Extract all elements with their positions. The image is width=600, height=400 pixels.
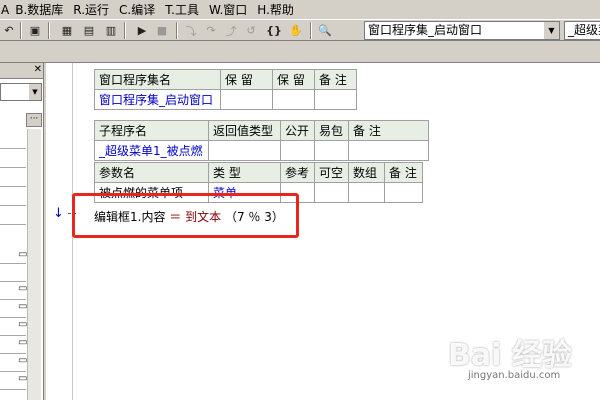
list-item[interactable] bbox=[0, 281, 26, 282]
list-item[interactable] bbox=[0, 353, 26, 354]
menu-tools[interactable]: T.工具 bbox=[165, 1, 199, 18]
undo-icon[interactable]: ↶ bbox=[0, 22, 18, 39]
table-header: 保 留 bbox=[272, 69, 315, 90]
list-item[interactable] bbox=[0, 389, 26, 390]
watermark-logo: Bai 经验 bbox=[448, 338, 572, 373]
subroutine-name-cell[interactable]: _超级菜单1_被点燃 bbox=[94, 140, 209, 161]
left-panel-dropdown[interactable]: ▼ bbox=[0, 83, 42, 101]
more-button[interactable]: ··· bbox=[26, 113, 42, 127]
list-item[interactable] bbox=[0, 299, 26, 300]
table-icon[interactable]: ▥ bbox=[102, 22, 120, 39]
preview-icon[interactable]: ▣ bbox=[26, 22, 44, 39]
list-item-marker: ▭ bbox=[18, 373, 28, 384]
menu-window[interactable]: W.窗口 bbox=[209, 1, 247, 18]
list-item[interactable] bbox=[0, 263, 26, 264]
table-header: 参考 bbox=[280, 162, 315, 183]
toolbar-separator bbox=[176, 22, 178, 39]
menu-bar: A B.数据库 R.运行 C.编译 T.工具 W.窗口 H.帮助 bbox=[0, 0, 600, 19]
list-item-marker: ▭ bbox=[18, 355, 28, 366]
table-header: 可空 bbox=[314, 162, 349, 183]
list-item-marker: ▭ bbox=[18, 283, 28, 294]
list-item[interactable] bbox=[0, 317, 26, 318]
hand-icon[interactable]: ✋ bbox=[287, 22, 305, 39]
table-header: 类 型 bbox=[208, 162, 281, 183]
list-item[interactable] bbox=[0, 335, 26, 336]
window-assembly-table: 窗口程序集名 保 留 保 留 备 注 窗口程序集_启动窗口 bbox=[94, 69, 357, 110]
table-cell[interactable] bbox=[348, 140, 429, 161]
list-item[interactable] bbox=[0, 186, 26, 187]
menu-edit-fragment[interactable]: A bbox=[1, 3, 9, 17]
run-icon[interactable]: ▶ bbox=[133, 22, 151, 39]
list-item-marker: ▭ bbox=[18, 337, 28, 348]
table-header: 备 注 bbox=[384, 162, 423, 183]
table-header: 窗口程序集名 bbox=[94, 69, 221, 90]
layout-icon[interactable]: ▦ bbox=[58, 22, 76, 39]
table-cell[interactable] bbox=[220, 89, 273, 110]
table-cell[interactable] bbox=[314, 89, 357, 110]
table-header: 返回值类型 bbox=[208, 120, 281, 141]
table-cell[interactable] bbox=[314, 182, 349, 203]
find-icon[interactable]: 🔍 bbox=[316, 22, 334, 39]
table-header: 备 注 bbox=[348, 120, 429, 141]
close-icon[interactable]: ✕ bbox=[34, 64, 42, 75]
toolbar-separator bbox=[310, 22, 312, 39]
current-line-arrow-icon: ↓ bbox=[53, 206, 64, 221]
step-back-icon[interactable]: ↺ bbox=[242, 22, 260, 39]
stop-icon[interactable]: ■ bbox=[153, 22, 171, 39]
table-header: 易包 bbox=[314, 120, 349, 141]
list-item-marker: ▭ bbox=[18, 319, 28, 330]
list-item[interactable] bbox=[0, 148, 26, 149]
menu-compile[interactable]: C.编译 bbox=[119, 1, 155, 18]
table-header: 数组 bbox=[348, 162, 385, 183]
watermark-url: jingyan.baidu.com bbox=[468, 370, 561, 381]
table-header: 子程序名 bbox=[94, 120, 209, 141]
left-panel-scrollbar[interactable] bbox=[27, 129, 41, 400]
step-out-icon[interactable]: ⤴ bbox=[222, 22, 240, 39]
list-item[interactable] bbox=[0, 371, 26, 372]
list-item-marker: ▭ bbox=[18, 249, 28, 260]
step-over-icon[interactable]: ↷ bbox=[202, 22, 220, 39]
list-item[interactable] bbox=[0, 224, 26, 225]
window-combo-value: 窗口程序集_启动窗口 bbox=[368, 23, 483, 37]
subroutine-table: 子程序名 返回值类型 公开 易包 备 注 _超级菜单1_被点燃 bbox=[94, 120, 429, 161]
list-item[interactable] bbox=[0, 167, 26, 168]
left-panel-title: ✕ bbox=[0, 63, 43, 79]
menu-help[interactable]: H.帮助 bbox=[257, 1, 294, 18]
table-header: 参数名 bbox=[94, 162, 209, 183]
window-combo[interactable]: 窗口程序集_启动窗口 ▼ bbox=[364, 21, 560, 40]
window-icon[interactable]: ▤ bbox=[80, 22, 98, 39]
table-cell[interactable] bbox=[208, 140, 281, 161]
chevron-down-icon[interactable]: ▼ bbox=[29, 84, 41, 100]
list-item-marker: ▭ bbox=[18, 301, 28, 312]
watermark: Bai 经验 jingyan.baidu.com bbox=[440, 330, 600, 390]
table-cell[interactable] bbox=[314, 140, 349, 161]
left-panel: ✕ ▼ ··· ▭ ▭ ▭ ▭ ▭ ▭ ▭ bbox=[0, 63, 44, 400]
table-header: 公开 bbox=[280, 120, 315, 141]
toolbar-separator bbox=[48, 22, 50, 39]
table-cell[interactable] bbox=[272, 89, 315, 110]
table-cell[interactable] bbox=[280, 140, 315, 161]
assembly-name-cell[interactable]: 窗口程序集_启动窗口 bbox=[94, 89, 221, 110]
toolbar-separator bbox=[124, 22, 126, 39]
sub-combo[interactable]: _超级菜 bbox=[564, 21, 600, 40]
table-header: 备 注 bbox=[314, 69, 357, 90]
table-header: 保 留 bbox=[220, 69, 273, 90]
tab-strip bbox=[0, 42, 600, 63]
menu-run[interactable]: R.运行 bbox=[73, 1, 109, 18]
toolbar-separator bbox=[20, 22, 22, 39]
toolbar: ↶ ▣ ▦ ▤ ▥ ▶ ■ ⤵ ↷ ⤴ ↺ {} ✋ 🔍 窗口程序集_启动窗口 … bbox=[0, 19, 600, 41]
sub-combo-value: _超级菜 bbox=[568, 23, 600, 37]
highlight-box bbox=[72, 193, 299, 238]
list-item[interactable] bbox=[0, 205, 26, 206]
table-cell[interactable] bbox=[384, 182, 423, 203]
step-into-icon[interactable]: ⤵ bbox=[182, 22, 200, 39]
braces-icon[interactable]: {} bbox=[265, 22, 283, 39]
chevron-down-icon[interactable]: ▼ bbox=[543, 22, 559, 39]
table-cell[interactable] bbox=[348, 182, 385, 203]
menu-database[interactable]: B.数据库 bbox=[15, 1, 63, 18]
